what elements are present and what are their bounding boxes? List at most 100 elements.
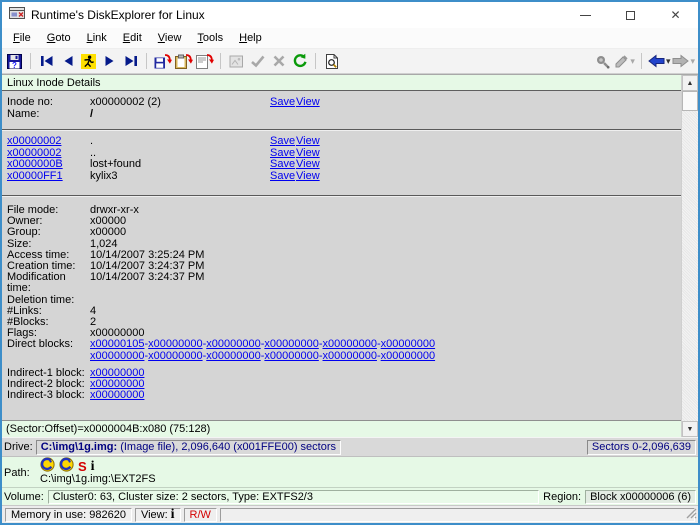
property-value: 10/14/2007 3:24:37 PM (90, 272, 681, 294)
inode-info-icon[interactable]: i (91, 460, 95, 473)
block-link[interactable]: x00000000 (381, 350, 435, 362)
block-link[interactable]: x00000000 (90, 368, 681, 379)
block-link[interactable]: x00000000 (323, 338, 377, 350)
drive-info: (Image file), 2,096,640 (x001FFE00) sect… (120, 441, 336, 453)
menu-help[interactable]: Help (231, 29, 270, 47)
forward-button-disabled[interactable]: ▾ (671, 50, 696, 72)
block-link[interactable]: x00000000 (264, 350, 318, 362)
block-link[interactable]: x00000000 (148, 350, 202, 362)
save-link[interactable]: Save (270, 171, 296, 183)
block-link[interactable]: x00000000 (323, 350, 377, 362)
block-link[interactable]: x00000000 (90, 379, 681, 390)
go-first-button[interactable] (36, 50, 57, 72)
view-link[interactable]: View (296, 171, 681, 183)
back-arrow-icon (648, 54, 665, 68)
drive-info-panel: C:\img\1g.img: (Image file), 2,096,640 (… (36, 440, 341, 455)
save-link[interactable]: Save (270, 159, 296, 171)
copy-as-text-icon (196, 54, 214, 69)
view-link[interactable]: View (296, 148, 681, 160)
close-button[interactable]: ✕ (653, 2, 698, 28)
direct-blocks-label: Direct blocks: (7, 339, 90, 350)
view-panel: View: i (135, 508, 181, 522)
resize-grip-icon[interactable] (685, 507, 697, 522)
copy-as-text-button[interactable] (194, 50, 215, 72)
inode-link[interactable]: x0000000B (7, 159, 90, 171)
back-button[interactable]: ▾ (647, 50, 672, 72)
svg-text:?: ? (12, 60, 17, 68)
pane-header: Linux Inode Details (2, 75, 681, 91)
directory-entries-section: x00000002 . Save View x00000002 .. Save … (2, 131, 681, 195)
block-link[interactable]: x00000000 (381, 338, 435, 350)
scrollbar-track[interactable] (682, 111, 698, 421)
entry-name: . (90, 136, 270, 148)
maximize-button[interactable] (608, 2, 653, 28)
menu-edit[interactable]: Edit (115, 29, 150, 47)
save-link[interactable]: Save (270, 97, 296, 109)
confirm-button-disabled[interactable] (247, 50, 268, 72)
view-link[interactable]: View (296, 97, 681, 109)
vertical-scrollbar[interactable]: ▲ ▼ (681, 75, 698, 437)
menu-goto[interactable]: Goto (39, 29, 79, 47)
app-icon (9, 6, 25, 25)
paste-image-button-disabled[interactable] (226, 50, 247, 72)
highlight-button-disabled[interactable]: ▾ (613, 50, 636, 72)
memory-panel: Memory in use: 982620 (5, 508, 132, 522)
block-link[interactable]: x00000000 (206, 350, 260, 362)
refresh-icon (292, 53, 308, 69)
property-value: 4 (90, 306, 681, 317)
go-last-button[interactable] (120, 50, 141, 72)
drive-label: Drive: (4, 441, 33, 453)
save-button[interactable]: ? (4, 50, 25, 72)
block-link[interactable]: x00000000 (90, 350, 144, 362)
block-link[interactable]: x00000000 (90, 390, 681, 401)
cancel-button-disabled[interactable] (268, 50, 289, 72)
goto-runner-button[interactable] (78, 50, 99, 72)
superblock-icon[interactable]: S (78, 460, 87, 473)
x-icon (272, 54, 286, 68)
scrollbar-thumb[interactable] (682, 91, 698, 111)
window-title: Runtime's DiskExplorer for Linux (31, 8, 205, 22)
menu-view[interactable]: View (150, 29, 190, 47)
block-link[interactable]: x00000000 (206, 338, 260, 350)
go-previous-icon (61, 54, 75, 68)
view-link[interactable]: View (296, 159, 681, 171)
volume-info: Cluster0: 63, Cluster size: 2 sectors, T… (53, 491, 313, 503)
go-next-icon (103, 54, 117, 68)
scroll-up-button[interactable]: ▲ (682, 75, 698, 91)
minimize-icon (580, 15, 591, 16)
view-link[interactable]: View (296, 136, 681, 148)
current-path: C:\img\1g.img:\EXT2FS (40, 474, 156, 485)
region-value: Block x00000006 (6) (590, 491, 691, 503)
inode-link[interactable]: x00000002 (7, 136, 90, 148)
inode-no-value: x00000002 (2) (90, 97, 270, 109)
toolbar: ? (2, 49, 698, 74)
menu-file[interactable]: File (5, 29, 39, 47)
paste-image-icon (229, 54, 244, 69)
sectors-range: Sectors 0-2,096,639 (592, 441, 691, 453)
go-previous-button[interactable] (57, 50, 78, 72)
block-link[interactable]: x00000000 (148, 338, 202, 350)
menu-link[interactable]: Link (79, 29, 115, 47)
copy-to-file-button[interactable] (152, 50, 173, 72)
inode-link[interactable]: x00000FF1 (7, 171, 90, 183)
property-label: Group: (7, 227, 90, 238)
block-link[interactable]: x00000105 (90, 338, 144, 350)
refresh-button[interactable] (289, 50, 310, 72)
print-preview-button[interactable] (321, 50, 342, 72)
toolbar-separator (220, 53, 221, 69)
toolbar-separator (315, 53, 316, 69)
go-last-icon (123, 54, 139, 68)
block-link[interactable]: x00000000 (264, 338, 318, 350)
menu-tools[interactable]: Tools (189, 29, 231, 47)
scroll-down-button[interactable]: ▼ (682, 421, 698, 437)
forward-dropdown-icon: ▾ (690, 56, 695, 67)
save-floppy-icon: ? (7, 54, 22, 69)
status-bar: Memory in use: 982620 View: i R/W (2, 505, 698, 523)
copy-to-clipboard-button[interactable] (173, 50, 194, 72)
minimize-button[interactable] (563, 2, 608, 28)
volume-info-panel: Cluster0: 63, Cluster size: 2 sectors, T… (48, 490, 539, 504)
search-button-disabled[interactable] (592, 50, 613, 72)
go-next-button[interactable] (99, 50, 120, 72)
save-link[interactable]: Save (270, 136, 296, 148)
title-bar: Runtime's DiskExplorer for Linux ✕ (2, 2, 698, 28)
